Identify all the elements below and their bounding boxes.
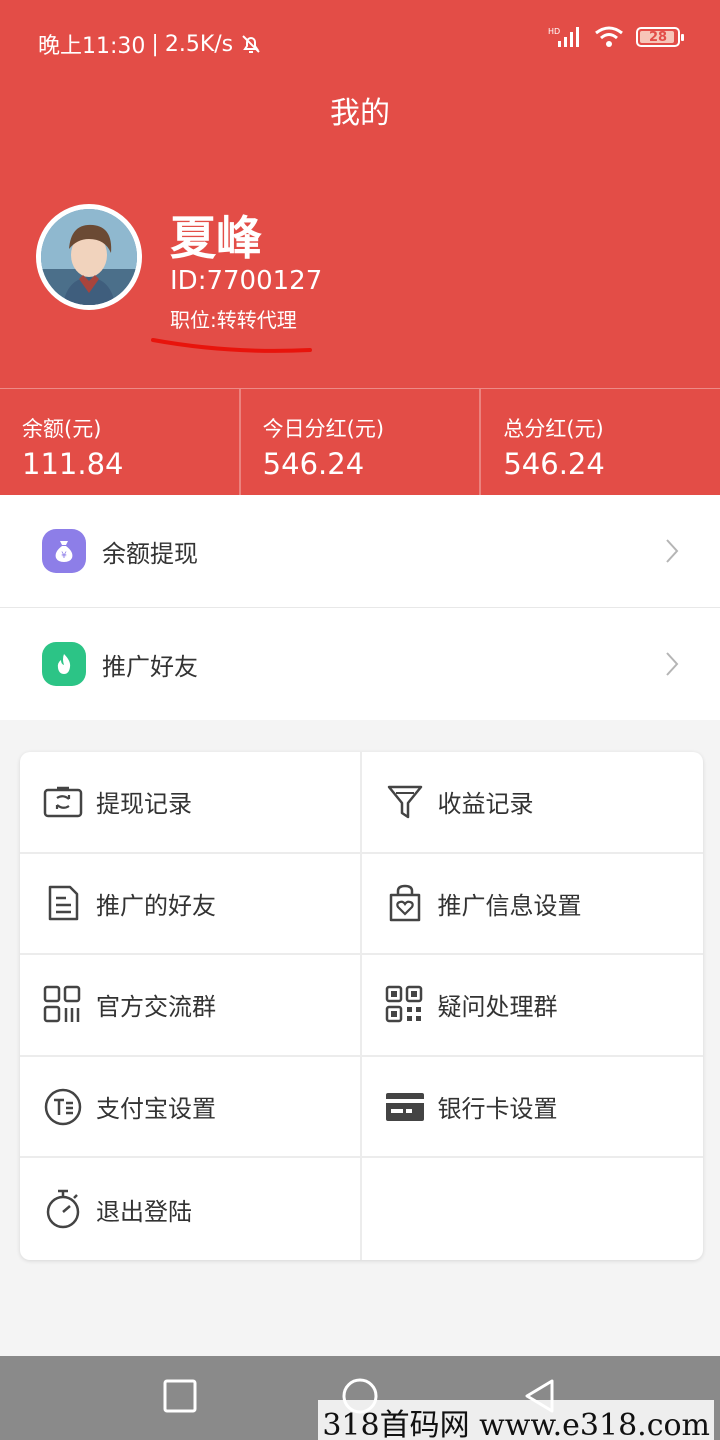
stat-label: 余额(元) [22, 417, 102, 441]
chevron-right-icon [666, 652, 679, 676]
wifi-icon [595, 26, 623, 47]
status-separator: | [151, 31, 159, 57]
grid-item-label: 收益记录 [437, 790, 534, 819]
battery-icon: 28 [636, 27, 684, 47]
grid-item-logout[interactable]: 退出登陆 [20, 1158, 362, 1260]
list-item-label: 余额提现 [102, 539, 198, 568]
stat-value: 111.84 [22, 447, 124, 481]
alipay-icon [42, 1086, 84, 1128]
grid-qr-icon [42, 984, 84, 1026]
list-item-label: 推广好友 [102, 652, 198, 681]
battery-level: 28 [648, 29, 668, 45]
grid-item-label: 推广的好友 [96, 891, 216, 920]
stat-value: 546.24 [262, 447, 365, 481]
grid-item-bank-card-settings[interactable]: 银行卡设置 [361, 1057, 703, 1159]
grid-item-withdraw-record[interactable]: 提现记录 [20, 752, 362, 854]
user-name: 夏峰 [170, 211, 262, 265]
watermark: 318首码网 www.e318.com [318, 1400, 714, 1440]
grid-item-label: 推广信息设置 [437, 891, 582, 920]
grid-item-alipay-settings[interactable]: 支付宝设置 [20, 1056, 362, 1159]
page-title: 我的 [330, 96, 390, 131]
document-icon [42, 882, 84, 924]
chevron-right-icon [666, 539, 679, 563]
user-id: ID:7700127 [170, 266, 323, 296]
profile-header: 晚上11:30 | 2.5K/s HD 28 我的 夏峰 ID:7700127 … [0, 0, 720, 388]
qr-code-icon [384, 984, 426, 1026]
grid-item-empty [362, 1158, 704, 1260]
svg-text:¥: ¥ [61, 551, 67, 561]
status-time: 晚上11:30 [38, 34, 146, 59]
avatar-image [41, 209, 137, 305]
stat-label: 今日分红(元) [262, 417, 385, 441]
grid-item-support-group[interactable]: 疑问处理群 [361, 955, 703, 1057]
filter-icon [384, 781, 426, 823]
stat-total-dividend[interactable]: 总分红(元) 546.24 [481, 389, 720, 495]
mute-bell-icon [242, 35, 260, 53]
stopwatch-icon [42, 1188, 84, 1230]
money-bag-icon: ¥ [42, 529, 86, 573]
stat-balance[interactable]: 余额(元) 111.84 [0, 389, 241, 495]
grid-item-label: 官方交流群 [96, 993, 216, 1022]
status-left: 晚上11:30 | 2.5K/s [38, 28, 263, 60]
grid-item-label: 支付宝设置 [96, 1095, 216, 1124]
stats-bar: 余额(元) 111.84 今日分红(元) 546.24 总分红(元) 546.2… [0, 388, 720, 495]
grid-item-label: 提现记录 [96, 790, 192, 819]
list-item-invite[interactable]: 推广好友 [0, 608, 720, 720]
status-speed: 2.5K/s [164, 31, 234, 57]
grid-item-promo-settings[interactable]: 推广信息设置 [361, 854, 703, 956]
grid-item-income-record[interactable]: 收益记录 [361, 752, 703, 854]
grid-item-label: 疑问处理群 [437, 993, 558, 1022]
flame-icon [42, 642, 86, 686]
stat-label: 总分红(元) [503, 417, 604, 441]
stat-today-dividend[interactable]: 今日分红(元) 546.24 [241, 389, 482, 495]
signal-icon: HD [548, 27, 579, 47]
action-list: ¥ 余额提现 推广好友 [0, 495, 720, 720]
grid-item-label: 退出登陆 [96, 1197, 192, 1226]
grid-item-official-group[interactable]: 官方交流群 [20, 955, 362, 1057]
status-bar: 晚上11:30 | 2.5K/s HD 28 [0, 0, 720, 84]
status-right: HD 28 [548, 26, 684, 48]
bank-card-icon [384, 1086, 426, 1128]
avatar[interactable] [36, 204, 142, 310]
withdraw-record-icon [42, 781, 84, 823]
list-item-withdraw[interactable]: ¥ 余额提现 [0, 495, 720, 608]
red-underline-annotation [151, 338, 312, 353]
grid-item-label: 银行卡设置 [437, 1095, 558, 1124]
user-position: 职位:转转代理 [170, 308, 297, 332]
shopping-bag-icon [384, 882, 426, 924]
stat-value: 546.24 [503, 447, 605, 481]
feature-grid: 提现记录 收益记录 推广的好友 推广信息设置 官方交流群 疑问处理群 支付宝设置… [20, 752, 703, 1260]
recent-apps-button[interactable] [162, 1378, 198, 1414]
svg-text:HD: HD [548, 27, 560, 36]
grid-item-promoted-friends[interactable]: 推广的好友 [20, 853, 362, 956]
